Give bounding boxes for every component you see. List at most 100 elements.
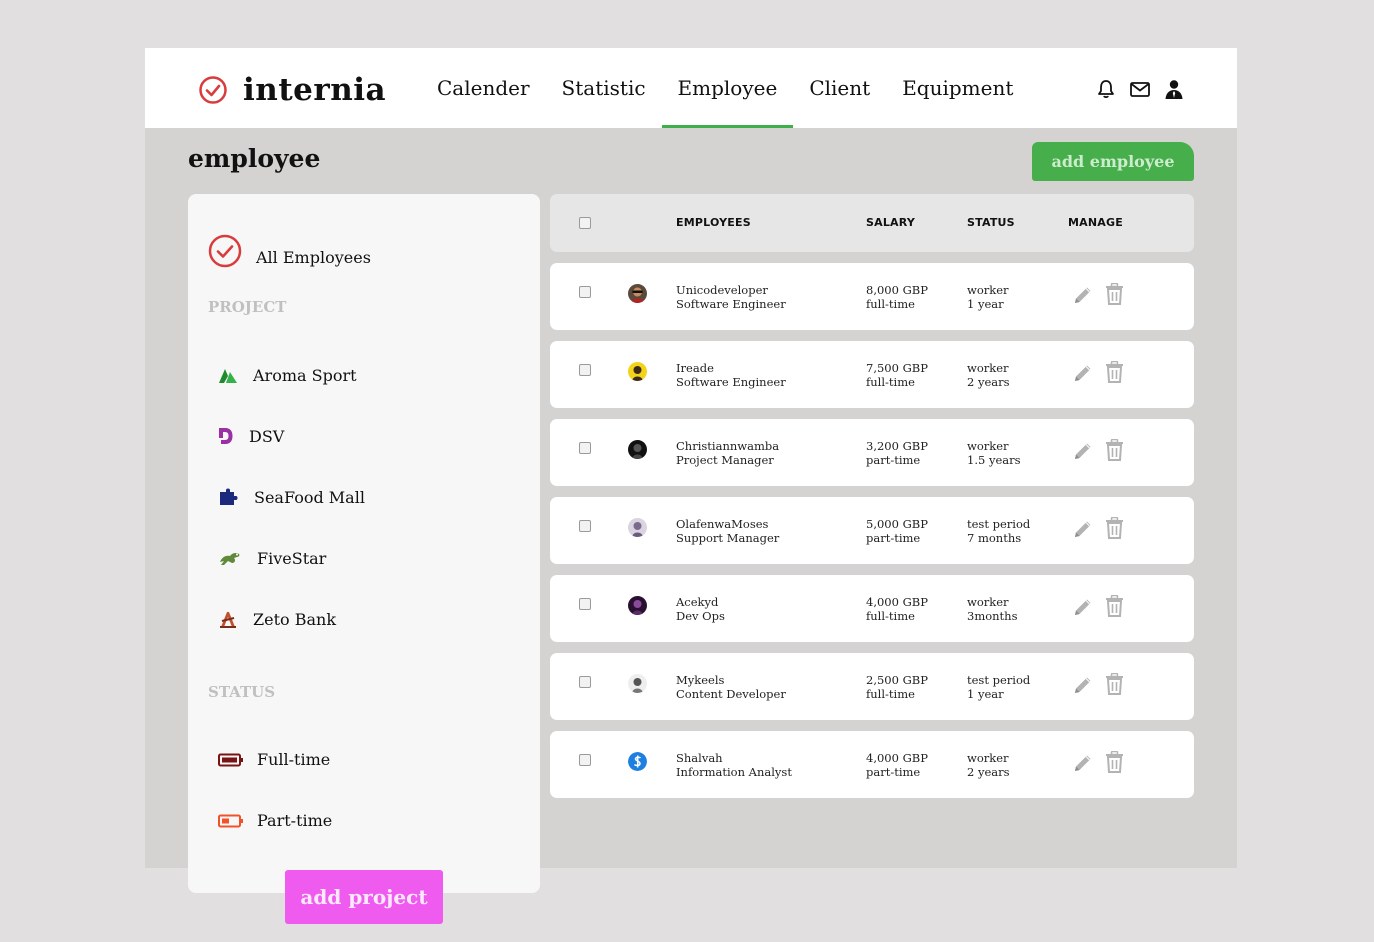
salary-amount: 5,000 GBP xyxy=(866,517,928,531)
employment-type: part-time xyxy=(866,531,921,545)
salary-cell: 4,000 GBP full-time xyxy=(866,595,928,623)
sidebar-item-seafood-mall[interactable]: SeaFood Mall xyxy=(218,487,365,507)
salary-amount: 2,500 GBP xyxy=(866,673,928,687)
employee-name[interactable]: OlafenwaMoses xyxy=(676,517,779,531)
row-checkbox[interactable] xyxy=(579,598,591,610)
nav-calender[interactable]: Calender xyxy=(421,48,546,128)
pencil-icon[interactable] xyxy=(1072,284,1094,306)
app-window: internia Calender Statistic Employee Cli… xyxy=(145,48,1237,924)
sidebar-item-all-employees[interactable]: All Employees xyxy=(208,234,371,268)
pencil-icon[interactable] xyxy=(1072,596,1094,618)
employee-name[interactable]: Christiannwamba xyxy=(676,439,779,453)
seafood-mall-logo-icon xyxy=(220,488,238,505)
pencil-icon[interactable] xyxy=(1072,674,1094,696)
nav-client[interactable]: Client xyxy=(793,48,886,128)
employee-cell: Acekyd Dev Ops xyxy=(676,595,725,623)
pencil-icon[interactable] xyxy=(1072,362,1094,384)
trash-icon[interactable] xyxy=(1105,517,1124,539)
dsv-logo-icon xyxy=(219,428,233,444)
row-checkbox[interactable] xyxy=(579,754,591,766)
employee-role: Project Manager xyxy=(676,453,774,467)
status-label: worker xyxy=(967,283,1009,297)
employee-name[interactable]: Acekyd xyxy=(676,595,725,609)
status-duration: 1 year xyxy=(967,687,1004,701)
status-cell: worker 2 years xyxy=(967,361,1010,389)
avatar xyxy=(628,284,647,303)
salary-cell: 7,500 GBP full-time xyxy=(866,361,928,389)
status-cell: worker 2 years xyxy=(967,751,1010,779)
project-heading: PROJECT xyxy=(208,298,287,316)
sidebar-item-zeto-bank[interactable]: Zeto Bank xyxy=(218,609,336,629)
status-cell: test period 7 months xyxy=(967,517,1030,545)
employee-name[interactable]: Shalvah xyxy=(676,751,792,765)
employee-role: Content Developer xyxy=(676,687,786,701)
add-project-button[interactable]: add project xyxy=(285,870,443,924)
row-checkbox[interactable] xyxy=(579,442,591,454)
row-checkbox[interactable] xyxy=(579,364,591,376)
trash-icon[interactable] xyxy=(1105,595,1124,617)
employee-cell: Unicodeveloper Software Engineer xyxy=(676,283,786,311)
salary-amount: 7,500 GBP xyxy=(866,361,928,375)
check-circle-icon xyxy=(208,234,242,268)
battery-half-icon xyxy=(218,814,243,827)
top-bar: internia Calender Statistic Employee Cli… xyxy=(145,48,1237,128)
employee-name[interactable]: Unicodeveloper xyxy=(676,283,786,297)
employee-role: Support Manager xyxy=(676,531,780,545)
avatar xyxy=(628,440,647,459)
sidebar-item-label: All Employees xyxy=(256,247,371,267)
logo[interactable]: internia xyxy=(199,72,386,108)
sidebar-item-full-time[interactable]: Full-time xyxy=(218,750,330,769)
salary-amount: 4,000 GBP xyxy=(866,751,928,765)
trash-icon[interactable] xyxy=(1105,283,1124,305)
sidebar-item-label: FiveStar xyxy=(257,548,327,568)
sidebar-item-dsv[interactable]: DSV xyxy=(218,426,284,446)
nav-statistic[interactable]: Statistic xyxy=(546,48,662,128)
sidebar-item-part-time[interactable]: Part-time xyxy=(218,811,332,830)
mail-icon[interactable] xyxy=(1129,78,1151,100)
salary-cell: 4,000 GBP part-time xyxy=(866,751,928,779)
trash-icon[interactable] xyxy=(1105,673,1124,695)
row-checkbox[interactable] xyxy=(579,676,591,688)
status-duration: 1 year xyxy=(967,297,1004,311)
table-row: Acekyd Dev Ops 4,000 GBP full-time worke… xyxy=(550,575,1194,642)
table-row: Ireade Software Engineer 7,500 GBP full-… xyxy=(550,341,1194,408)
salary-column-header: SALARY xyxy=(866,216,915,229)
sidebar-item-label: Full-time xyxy=(257,750,331,769)
salary-cell: 5,000 GBP part-time xyxy=(866,517,928,545)
brand-name: internia xyxy=(243,72,387,108)
page-title: employee xyxy=(188,144,321,173)
status-label: test period xyxy=(967,673,1031,687)
employee-name[interactable]: Ireade xyxy=(676,361,786,375)
pencil-icon[interactable] xyxy=(1072,752,1094,774)
employee-name[interactable]: Mykeels xyxy=(676,673,786,687)
trash-icon[interactable] xyxy=(1105,439,1124,461)
user-icon[interactable] xyxy=(1163,78,1185,100)
employee-role: Dev Ops xyxy=(676,609,725,623)
status-cell: worker 3months xyxy=(967,595,1017,623)
nav-employee[interactable]: Employee xyxy=(661,48,794,128)
manage-column-header: MANAGE xyxy=(1068,216,1123,229)
trash-icon[interactable] xyxy=(1105,751,1124,773)
status-label: worker xyxy=(967,439,1009,453)
add-employee-button[interactable]: add employee xyxy=(1032,142,1194,181)
pencil-icon[interactable] xyxy=(1072,518,1094,540)
nav-equipment[interactable]: Equipment xyxy=(886,48,1029,128)
sidebar-item-label: Aroma Sport xyxy=(253,365,357,385)
employee-cell: Mykeels Content Developer xyxy=(676,673,786,701)
check-circle-icon xyxy=(199,76,227,104)
status-duration: 2 years xyxy=(967,375,1010,389)
pencil-icon[interactable] xyxy=(1072,440,1094,462)
trash-icon[interactable] xyxy=(1105,361,1124,383)
status-cell: test period 1 year xyxy=(967,673,1030,701)
table-row: Shalvah Information Analyst 4,000 GBP pa… xyxy=(550,731,1194,798)
row-checkbox[interactable] xyxy=(579,520,591,532)
sidebar-item-fivestar[interactable]: FiveStar xyxy=(218,548,326,568)
row-checkbox[interactable] xyxy=(579,286,591,298)
status-duration: 2 years xyxy=(967,765,1010,779)
employment-type: full-time xyxy=(866,297,915,311)
bell-icon[interactable] xyxy=(1095,78,1117,100)
sidebar-item-aroma-sport[interactable]: Aroma Sport xyxy=(218,365,357,385)
status-cell: worker 1 year xyxy=(967,283,1009,311)
table-row: Unicodeveloper Software Engineer 8,000 G… xyxy=(550,263,1194,330)
select-all-checkbox[interactable] xyxy=(579,217,591,229)
